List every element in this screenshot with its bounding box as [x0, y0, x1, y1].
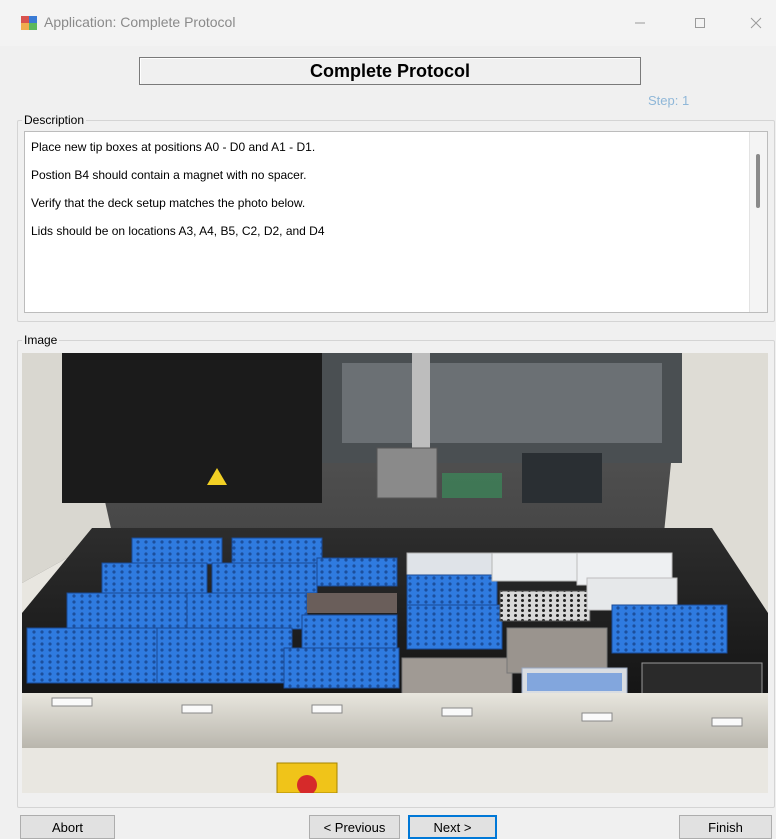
- step-indicator: Step: 1: [648, 93, 690, 108]
- protocol-title: Complete Protocol: [139, 57, 641, 85]
- deck-photo-illustration: [22, 353, 768, 793]
- finish-button[interactable]: Finish: [679, 815, 772, 839]
- description-group: Description Place new tip boxes at posit…: [17, 113, 775, 322]
- close-icon: [750, 17, 762, 29]
- close-button[interactable]: [736, 8, 776, 38]
- deck-photo: [22, 353, 768, 793]
- next-button[interactable]: Next >: [408, 815, 497, 839]
- image-label: Image: [22, 333, 60, 347]
- description-line: Verify that the deck setup matches the p…: [31, 196, 306, 210]
- description-scrollbar[interactable]: [749, 132, 767, 312]
- maximize-button[interactable]: [680, 8, 720, 38]
- image-group: Image: [17, 333, 775, 808]
- description-line: Postion B4 should contain a magnet with …: [31, 168, 307, 182]
- abort-button[interactable]: Abort: [20, 815, 115, 839]
- minimize-button[interactable]: [620, 8, 660, 38]
- description-line: Place new tip boxes at positions A0 - D0…: [31, 140, 316, 154]
- minimize-icon: [635, 22, 645, 24]
- scrollbar-thumb[interactable]: [756, 154, 760, 208]
- description-label: Description: [22, 113, 87, 127]
- window-title: Application: Complete Protocol: [44, 14, 236, 30]
- app-icon: [21, 16, 37, 30]
- description-textbox[interactable]: Place new tip boxes at positions A0 - D0…: [24, 131, 768, 313]
- maximize-icon: [695, 18, 705, 28]
- title-bar: Application: Complete Protocol: [0, 0, 776, 46]
- description-line: Lids should be on locations A3, A4, B5, …: [31, 224, 325, 238]
- previous-button[interactable]: < Previous: [309, 815, 400, 839]
